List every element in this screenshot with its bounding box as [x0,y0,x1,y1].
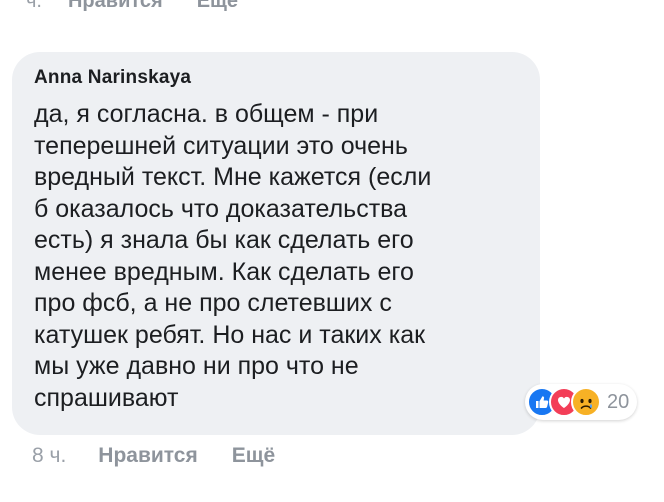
previous-like-link[interactable]: Нравится [68,0,163,13]
comment-author[interactable]: Anna Narinskaya [34,67,520,89]
previous-comment-time[interactable]: ч. [26,0,42,13]
more-link[interactable]: Ещё [232,444,275,468]
previous-comment-actions: ч. Нравится Ещё [26,0,238,13]
comment-time[interactable]: 8 ч. [32,444,66,468]
comment-actions: 8 ч. Нравится Ещё [32,444,275,468]
comment-bubble: Anna Narinskaya да, я согласна. в общем … [12,52,540,435]
sad-icon [571,387,601,417]
previous-more-link[interactable]: Ещё [197,0,238,13]
reactions-summary[interactable]: 20 [525,384,638,420]
comment-text: да, я согласна. в общем - при теперешней… [34,100,432,412]
reaction-count: 20 [607,390,630,413]
like-link[interactable]: Нравится [98,444,197,468]
